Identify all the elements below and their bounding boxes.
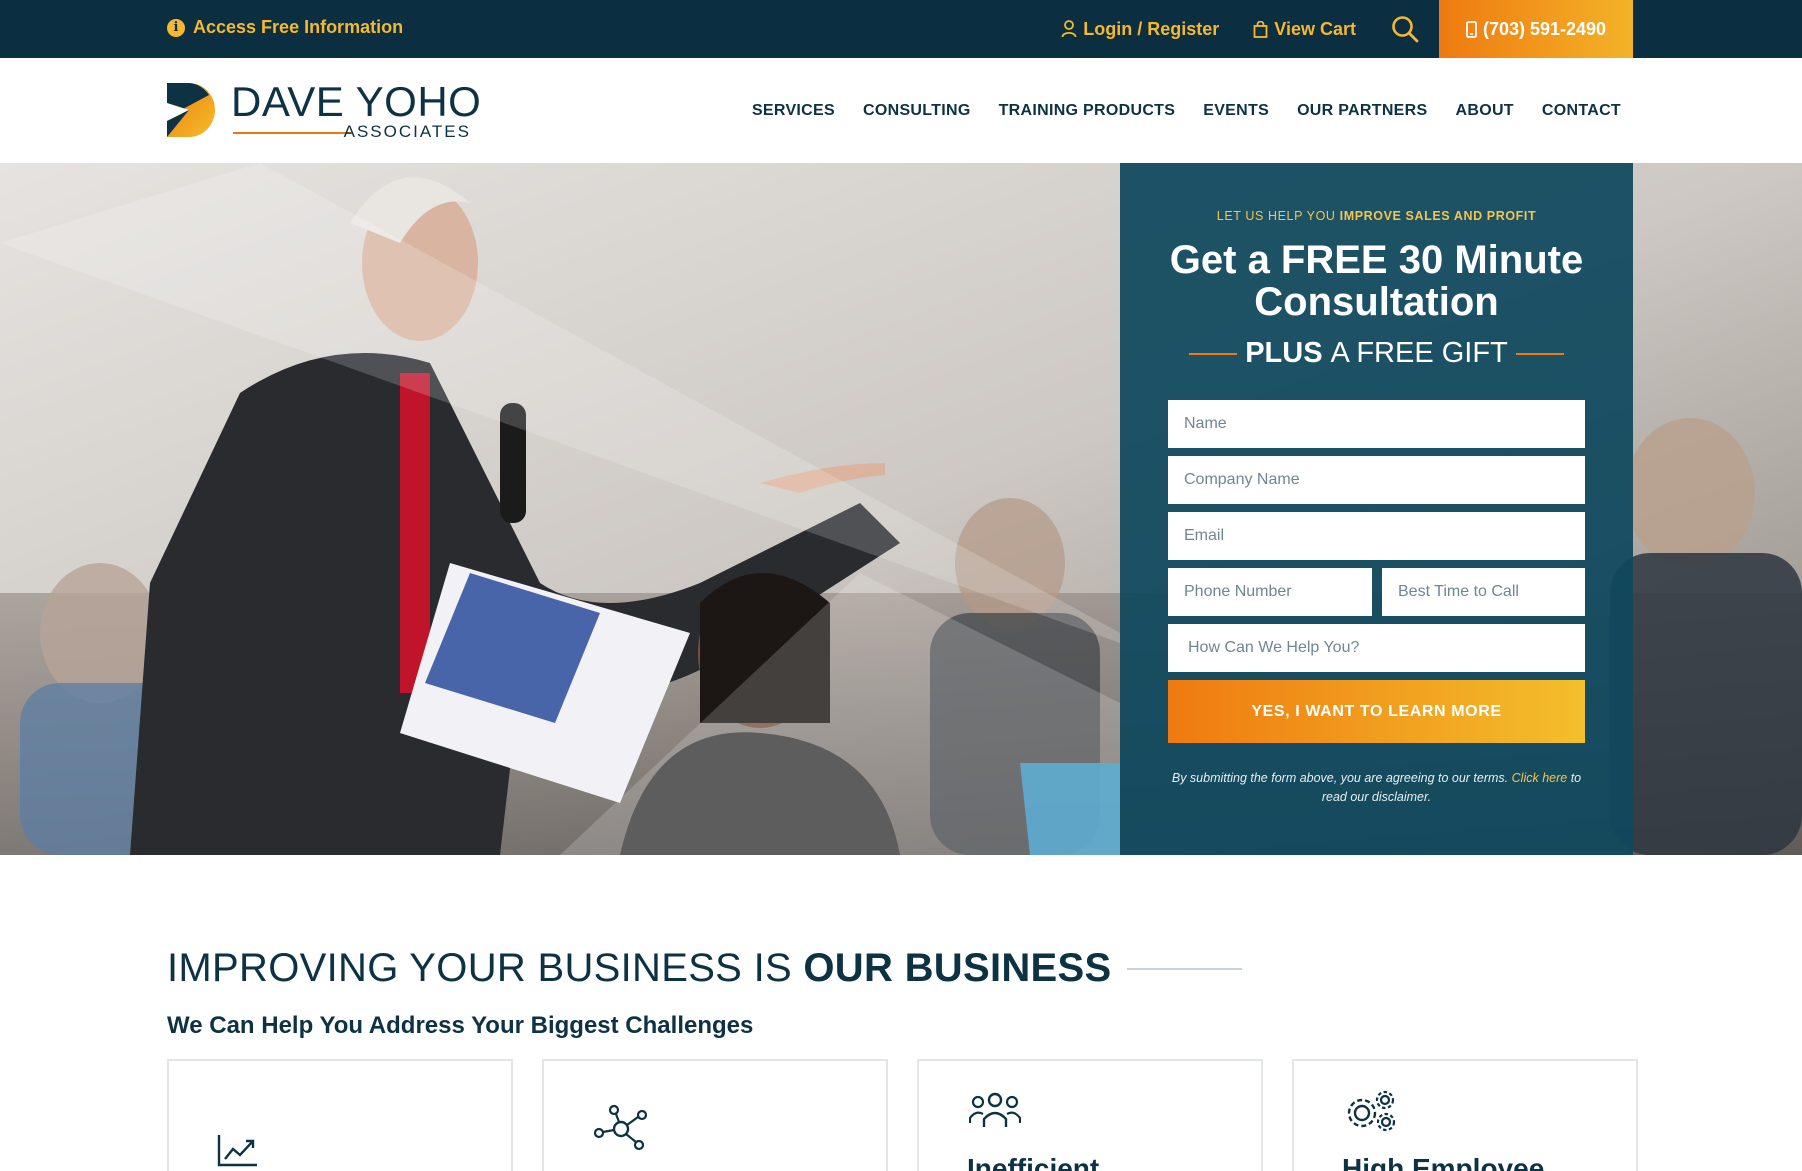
shopping-bag-icon bbox=[1253, 20, 1268, 38]
nav-events[interactable]: EVENTS bbox=[1203, 102, 1269, 120]
hero-section: LET US HELP YOU IMPROVE SALES AND PROFIT… bbox=[0, 163, 1802, 855]
name-field[interactable] bbox=[1168, 400, 1585, 448]
logo-text: DAVE YOHO ASSOCIATES bbox=[231, 80, 481, 142]
gift-rule-right bbox=[1515, 352, 1564, 355]
challenge-card[interactable] bbox=[167, 1059, 513, 1171]
form-disclaimer: By submitting the form above, you are ag… bbox=[1168, 769, 1585, 807]
section-title-rule bbox=[1127, 967, 1243, 970]
top-links: Login / Register View Cart bbox=[1061, 0, 1420, 58]
phone-number-label: (703) 591-2490 bbox=[1482, 18, 1607, 39]
nav-consulting[interactable]: CONSULTING bbox=[863, 102, 971, 120]
gift-bold: PLUS bbox=[1245, 337, 1323, 369]
consultation-form-panel: LET US HELP YOU IMPROVE SALES AND PROFIT… bbox=[1120, 163, 1633, 855]
email-field[interactable] bbox=[1168, 512, 1585, 560]
search-icon bbox=[1392, 16, 1419, 43]
challenge-card[interactable]: Inefficient bbox=[917, 1059, 1263, 1171]
access-free-information-label: Access Free Information bbox=[193, 17, 404, 37]
logo-rule bbox=[233, 132, 351, 134]
trending-up-icon bbox=[217, 1135, 257, 1167]
challenge-card[interactable]: High Employee bbox=[1292, 1059, 1638, 1171]
best-time-field[interactable] bbox=[1382, 568, 1585, 616]
section-title-bold: OUR BUSINESS bbox=[803, 946, 1112, 990]
login-register-label: Login / Register bbox=[1083, 18, 1220, 39]
user-icon bbox=[1061, 20, 1077, 38]
nav-training-products[interactable]: TRAINING PRODUCTS bbox=[999, 102, 1176, 120]
search-button[interactable] bbox=[1390, 14, 1420, 44]
nav-about[interactable]: ABOUT bbox=[1455, 102, 1513, 120]
nav-our-partners[interactable]: OUR PARTNERS bbox=[1297, 102, 1427, 120]
logo-subtitle: ASSOCIATES bbox=[343, 122, 471, 141]
team-group-icon bbox=[969, 1092, 1021, 1127]
view-cart-link[interactable]: View Cart bbox=[1253, 19, 1356, 40]
view-cart-label: View Cart bbox=[1274, 18, 1356, 39]
disclaimer-link[interactable]: Click here bbox=[1512, 771, 1568, 785]
phone-call-button[interactable]: (703) 591-2490 bbox=[1439, 0, 1633, 58]
section-title-plain: IMPROVING YOUR BUSINESS IS bbox=[167, 946, 804, 990]
site-logo[interactable]: DAVE YOHO ASSOCIATES bbox=[167, 80, 481, 142]
nav-contact[interactable]: CONTACT bbox=[1542, 102, 1621, 120]
nav-services[interactable]: SERVICES bbox=[752, 102, 835, 120]
form-eyebrow-bold: IMPROVE SALES AND PROFIT bbox=[1339, 209, 1537, 223]
section-subhead: We Can Help You Address Your Biggest Cha… bbox=[167, 1012, 754, 1039]
how-can-we-help-field[interactable] bbox=[1168, 624, 1585, 672]
gift-rest: A FREE GIFT bbox=[1330, 337, 1508, 369]
logo-mark-icon bbox=[167, 83, 215, 137]
access-free-information-link[interactable]: i Access Free Information bbox=[167, 17, 403, 38]
main-nav: SERVICES CONSULTING TRAINING PRODUCTS EV… bbox=[752, 102, 1621, 120]
phone-number-field[interactable] bbox=[1168, 568, 1372, 616]
challenge-card-title: High Employee bbox=[1342, 1153, 1545, 1171]
section-title: IMPROVING YOUR BUSINESS IS OUR BUSINESS bbox=[167, 946, 1111, 991]
form-headline: Get a FREE 30 Minute Consultation bbox=[1169, 238, 1584, 324]
disclaimer-text-before: By submitting the form above, you are ag… bbox=[1171, 771, 1512, 785]
gift-rule-left bbox=[1189, 352, 1238, 355]
challenge-card-title: Inefficient bbox=[967, 1153, 1100, 1171]
info-icon: i bbox=[167, 18, 185, 37]
learn-more-submit-button[interactable]: YES, I WANT TO LEARN MORE bbox=[1168, 680, 1585, 743]
challenge-card[interactable] bbox=[542, 1059, 888, 1171]
company-name-field[interactable] bbox=[1168, 456, 1585, 504]
login-register-link[interactable]: Login / Register bbox=[1061, 19, 1219, 40]
site-header: DAVE YOHO ASSOCIATES SERVICES CONSULTING… bbox=[0, 58, 1802, 163]
gears-icon bbox=[1347, 1090, 1396, 1132]
form-eyebrow-plain: LET US HELP YOU bbox=[1216, 209, 1340, 223]
logo-brand: DAVE YOHO bbox=[231, 78, 482, 125]
free-gift-line: PLUS A FREE GIFT bbox=[1120, 337, 1633, 370]
network-nodes-icon bbox=[594, 1105, 648, 1151]
form-eyebrow: LET US HELP YOU IMPROVE SALES AND PROFIT bbox=[1120, 209, 1633, 223]
mobile-phone-icon bbox=[1466, 20, 1477, 38]
section-heading: IMPROVING YOUR BUSINESS IS OUR BUSINESS bbox=[167, 946, 1243, 991]
